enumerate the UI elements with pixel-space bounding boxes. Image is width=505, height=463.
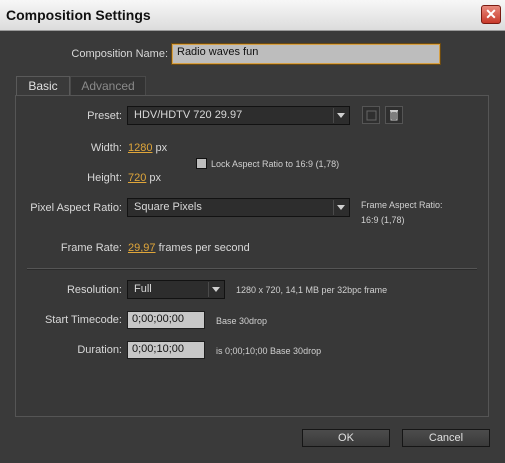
divider xyxy=(27,268,477,270)
delete-preset-button[interactable] xyxy=(385,106,403,124)
preset-dropdown[interactable]: HDV/HDTV 720 29.97 xyxy=(127,106,350,125)
frame-rate-value[interactable]: 29,97 xyxy=(128,242,156,254)
frame-aspect-label: Frame Aspect Ratio: xyxy=(361,200,443,210)
close-button[interactable]: ✕ xyxy=(481,5,501,24)
composition-name-label: Composition Name: xyxy=(71,48,168,60)
resolution-value: Full xyxy=(134,283,152,295)
width-unit: px xyxy=(155,142,168,154)
start-timecode-input[interactable]: 0;00;00;00 xyxy=(127,311,205,329)
tab-advanced[interactable]: Advanced xyxy=(70,76,146,95)
pixel-aspect-label: Pixel Aspect Ratio: xyxy=(30,202,122,214)
cancel-button[interactable]: Cancel xyxy=(402,429,490,447)
chevron-down-icon xyxy=(337,205,345,210)
height-unit: px xyxy=(149,172,162,184)
duration-info: is 0;00;10;00 Base 30drop xyxy=(216,346,322,356)
preset-label: Preset: xyxy=(87,110,122,122)
resolution-info: 1280 x 720, 14,1 MB per 32bpc frame xyxy=(236,285,388,295)
width-value[interactable]: 1280 xyxy=(128,142,152,154)
height-label: Height: xyxy=(87,172,122,184)
window-title: Composition Settings xyxy=(6,7,151,23)
pixel-aspect-value: Square Pixels xyxy=(134,201,202,213)
frame-rate-unit: frames per second xyxy=(158,242,250,254)
save-preset-button[interactable] xyxy=(362,106,380,124)
composition-name-input[interactable]: Radio waves fun xyxy=(172,44,440,64)
tab-basic[interactable]: Basic xyxy=(16,76,70,95)
height-value[interactable]: 720 xyxy=(128,172,146,184)
start-timecode-label: Start Timecode: xyxy=(44,314,122,326)
ok-button[interactable]: OK xyxy=(302,429,390,447)
lock-aspect-checkbox[interactable] xyxy=(196,158,207,169)
preset-value: HDV/HDTV 720 29.97 xyxy=(134,109,243,121)
chevron-down-icon xyxy=(337,113,345,118)
lock-aspect-label: Lock Aspect Ratio to 16:9 (1,78) xyxy=(211,159,340,169)
save-icon xyxy=(366,110,377,121)
frame-aspect-value: 16:9 (1,78) xyxy=(361,215,405,225)
start-timecode-info: Base 30drop xyxy=(216,316,268,326)
resolution-label: Resolution: xyxy=(66,284,122,296)
duration-input[interactable]: 0;00;10;00 xyxy=(127,341,205,359)
pixel-aspect-dropdown[interactable]: Square Pixels xyxy=(127,198,350,217)
chevron-down-icon xyxy=(212,287,220,292)
close-icon: ✕ xyxy=(485,6,497,22)
resolution-dropdown[interactable]: Full xyxy=(127,280,225,299)
width-label: Width: xyxy=(90,142,122,154)
frame-rate-label: Frame Rate: xyxy=(60,242,122,254)
duration-label: Duration: xyxy=(77,344,122,356)
trash-icon xyxy=(390,110,398,121)
